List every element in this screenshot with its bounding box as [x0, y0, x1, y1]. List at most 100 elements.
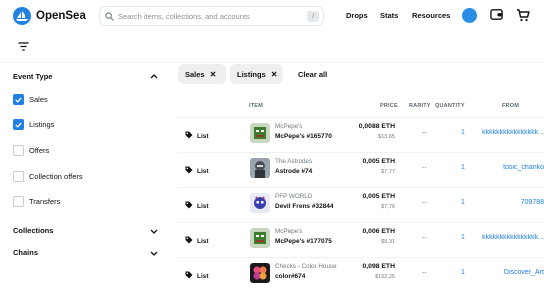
search-input[interactable]: [118, 11, 308, 21]
event-cell: List: [185, 236, 209, 246]
nav-resources[interactable]: Resources: [412, 11, 450, 20]
item-name[interactable]: color#674: [275, 273, 305, 280]
event-type-transfers[interactable]: Transfers: [13, 196, 60, 207]
event-label: List: [197, 167, 209, 175]
from-account-link[interactable]: kkkkkkkkkkkkkkkk...: [473, 129, 544, 136]
filter-chip-listings[interactable]: Listings ✕: [230, 64, 283, 84]
from-account-link[interactable]: Discover_Art: [473, 269, 544, 276]
checkbox-unchecked[interactable]: [13, 196, 24, 207]
table-row[interactable]: List Checks - Color House color#674 0,09…: [177, 257, 544, 292]
checkbox-checked[interactable]: [13, 94, 24, 105]
event-label: List: [197, 272, 209, 280]
column-header-price: PRICE: [380, 103, 398, 109]
checkbox-label: Listings: [29, 120, 55, 129]
nft-thumbnail[interactable]: [250, 123, 270, 143]
filter-toggle-icon[interactable]: [17, 40, 29, 52]
search-icon: [104, 11, 115, 22]
table-row[interactable]: List PFP WORLD Devil Frens #32844 0,005 …: [177, 187, 544, 222]
checkbox-unchecked[interactable]: [13, 145, 24, 156]
search-shortcut-key: /: [307, 11, 319, 22]
cart-icon[interactable]: [516, 8, 530, 24]
chains-heading[interactable]: Chains: [13, 248, 38, 257]
table-row[interactable]: List McPepe's McPepe's #165770 0,0088 ET…: [177, 117, 544, 152]
brand-name: OpenSea: [36, 10, 86, 22]
close-icon[interactable]: ✕: [271, 70, 278, 79]
from-account-link[interactable]: tosic_chanko: [473, 164, 544, 171]
quantity-value: 1: [461, 269, 465, 276]
collection-name[interactable]: McPepe's: [275, 123, 302, 130]
tag-icon: [185, 271, 193, 281]
nft-thumbnail[interactable]: [250, 263, 270, 283]
tag-icon: [185, 236, 193, 246]
chevron-up-icon[interactable]: [149, 71, 159, 81]
price-eth: 0,006 ETH: [362, 228, 396, 235]
event-cell: List: [185, 166, 209, 176]
price-eth: 0,005 ETH: [362, 193, 396, 200]
checkbox-unchecked[interactable]: [13, 171, 24, 182]
tag-icon: [185, 131, 193, 141]
rarity-value: --: [422, 200, 427, 207]
collection-name[interactable]: McPepe's: [275, 228, 302, 235]
event-type-sales[interactable]: Sales: [13, 94, 48, 105]
column-header-rarity: RARITY: [409, 103, 431, 109]
column-header-from: FROM: [502, 103, 519, 109]
item-name[interactable]: Devil Frens #32844: [275, 203, 334, 210]
from-account-link[interactable]: kkkkkkkkkkkkkkkk...: [473, 234, 544, 241]
event-label: List: [197, 132, 209, 140]
chevron-down-icon[interactable]: [149, 226, 159, 236]
filter-chip-sales[interactable]: Sales ✕: [178, 64, 226, 84]
quantity-value: 1: [461, 234, 465, 241]
quantity-value: 1: [461, 129, 465, 136]
clear-all-button[interactable]: Clear all: [298, 70, 327, 79]
close-icon[interactable]: ✕: [210, 70, 217, 79]
column-header-quantity: QUANTITY: [435, 103, 465, 109]
quantity-value: 1: [461, 164, 465, 171]
event-label: List: [197, 202, 209, 210]
chevron-down-icon[interactable]: [149, 248, 159, 258]
event-label: List: [197, 237, 209, 245]
tag-icon: [185, 166, 193, 176]
price-usd: $13,65: [378, 134, 395, 140]
item-name[interactable]: Astrode #74: [275, 168, 312, 175]
collections-heading[interactable]: Collections: [13, 226, 53, 235]
collection-name[interactable]: Checks - Color House: [275, 263, 337, 270]
item-name[interactable]: McPepe's #165770: [275, 133, 332, 140]
table-row[interactable]: List The Astrodes Astrode #74 0,005 ETH …: [177, 152, 544, 187]
item-name[interactable]: McPepe's #177075: [275, 238, 332, 245]
event-type-listings[interactable]: Listings: [13, 119, 54, 130]
chip-label: Listings: [237, 69, 266, 79]
event-cell: List: [185, 131, 209, 141]
event-type-collection-offers[interactable]: Collection offers: [13, 171, 83, 182]
checkbox-label: Sales: [29, 95, 48, 104]
search-bar[interactable]: /: [99, 6, 324, 26]
event-type-heading[interactable]: Event Type: [13, 72, 52, 81]
rarity-value: --: [422, 235, 427, 242]
quantity-value: 1: [461, 199, 465, 206]
nft-thumbnail[interactable]: [250, 228, 270, 248]
price-usd: $9,31: [381, 239, 395, 245]
column-header-item: ITEM: [249, 103, 263, 109]
opensea-logo-icon: [13, 7, 31, 25]
collection-name[interactable]: The Astrodes: [275, 158, 312, 165]
checkbox-checked[interactable]: [13, 119, 24, 130]
price-eth: 0,005 ETH: [362, 158, 396, 165]
from-account-link[interactable]: 709788: [473, 199, 544, 206]
checkbox-label: Collection offers: [29, 172, 83, 181]
rarity-value: --: [422, 165, 427, 172]
rarity-value: --: [422, 270, 427, 277]
collection-name[interactable]: PFP WORLD: [275, 193, 312, 200]
nft-thumbnail[interactable]: [250, 158, 270, 178]
opensea-logo[interactable]: OpenSea: [13, 7, 86, 25]
wallet-icon[interactable]: [490, 8, 503, 23]
checkbox-label: Offers: [29, 146, 50, 155]
event-cell: List: [185, 271, 209, 281]
event-type-offers[interactable]: Offers: [13, 145, 49, 156]
nav-stats[interactable]: Stats: [380, 11, 398, 20]
table-row[interactable]: List McPepe's McPepe's #177075 0,006 ETH…: [177, 222, 544, 257]
price-usd: $7,77: [381, 169, 395, 175]
tag-icon: [185, 201, 193, 211]
chip-label: Sales: [185, 69, 205, 79]
nav-drops[interactable]: Drops: [346, 11, 368, 20]
profile-avatar[interactable]: [462, 8, 477, 23]
nft-thumbnail[interactable]: [250, 193, 270, 213]
